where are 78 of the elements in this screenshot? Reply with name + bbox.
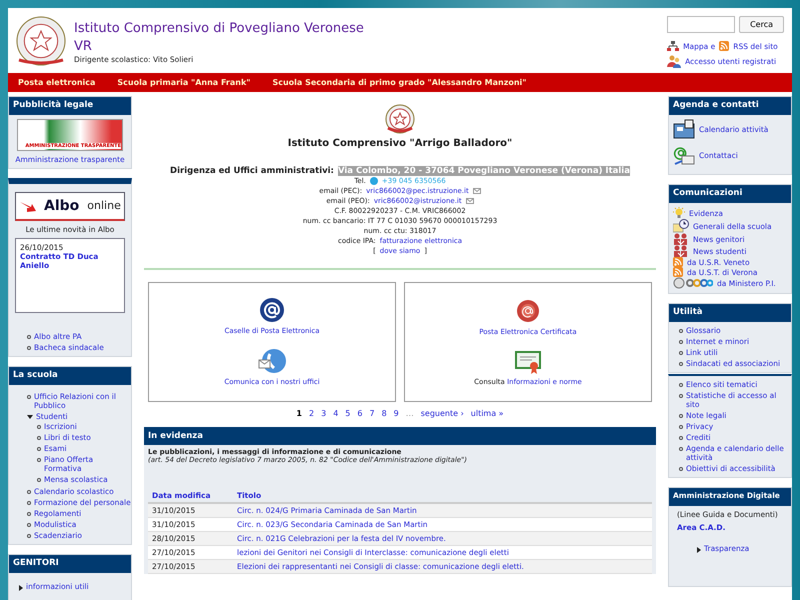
bullet-icon [27, 490, 31, 494]
bullet-icon [679, 383, 683, 387]
bullet-icon [37, 478, 41, 482]
bullet-icon [27, 523, 31, 527]
section-header: Utilità [669, 304, 791, 322]
certificate-icon [515, 350, 541, 374]
page-link[interactable]: seguente › [420, 409, 464, 419]
bullet-icon [27, 335, 31, 339]
people-icon [673, 245, 689, 257]
bullet-icon [679, 425, 683, 429]
collapse-icon[interactable] [27, 415, 33, 419]
bullet-icon [679, 394, 683, 398]
light-bulb-icon [673, 207, 685, 219]
expand-icon[interactable] [19, 585, 23, 591]
users-icon [667, 55, 682, 68]
albo-online-banner[interactable]: Albo online [15, 192, 125, 221]
bullet-icon [27, 346, 31, 350]
search-field[interactable] [667, 16, 736, 33]
section-header: Comunicazioni [669, 185, 791, 203]
bullet-icon [679, 436, 683, 440]
bullet-icon [27, 512, 31, 516]
section-header: Agenda e contatti [669, 97, 791, 115]
at-sign-icon [259, 297, 285, 324]
emblem-logo [16, 16, 66, 66]
bullet-icon [27, 534, 31, 538]
page-link[interactable]: 3 [321, 409, 326, 419]
nav-link[interactable]: Scuola Secondaria di primo grado "Alessandro Manzoni" [272, 73, 526, 92]
page-link[interactable]: 9 [394, 409, 399, 419]
bullet-icon [37, 447, 41, 451]
page-link[interactable]: 2 [309, 409, 314, 419]
site-title: Istituto Comprensivo di Povegliano Veronese VR [74, 20, 365, 56]
search-button[interactable]: Cerca [739, 16, 784, 33]
page-link[interactable]: 5 [345, 409, 350, 419]
sitemap-icon [667, 41, 680, 51]
bullet-icon [27, 395, 31, 399]
bullet-icon [37, 458, 41, 462]
envelope-icon [472, 188, 481, 194]
at-envelope-icon [673, 145, 695, 165]
rss-icon [673, 257, 683, 267]
page-link[interactable]: 1 [296, 409, 302, 419]
nav-link[interactable]: Scuola primaria "Anna Frank" [117, 73, 250, 92]
page-link[interactable]: 4 [333, 409, 338, 419]
page-link[interactable]: 8 [382, 409, 387, 419]
page-link[interactable]: 7 [369, 409, 375, 419]
phone-envelope-icon [258, 348, 286, 374]
calendar-icon [673, 119, 695, 139]
address-text: Via Colombo, 20 - 37064 Povegliano Veronese (Verona) Italia [338, 166, 630, 176]
rss-icon [719, 41, 730, 51]
ellipsis-text: … [406, 409, 414, 419]
envelope-icon [466, 198, 474, 204]
bullet-icon [679, 447, 683, 451]
page-link[interactable]: 6 [357, 409, 362, 419]
skype-icon [370, 177, 378, 186]
nav-link[interactable]: Posta elettronica [18, 73, 96, 92]
emblem-and-circles-icon [673, 277, 713, 289]
address-label: Dirigenza ed Uffici amministrativi: [170, 166, 334, 176]
arrow-icon [20, 200, 36, 212]
bullet-icon [679, 351, 683, 355]
section-header: GENITORI [9, 555, 131, 573]
bullet-icon [27, 501, 31, 505]
expand-icon[interactable] [697, 547, 701, 553]
section-header: In evidenza [144, 426, 656, 445]
rss-icon [673, 267, 683, 277]
bullet-icon [679, 340, 683, 344]
bullet-icon [37, 436, 41, 440]
bullet-icon [37, 425, 41, 429]
wax-seal-icon [515, 298, 541, 324]
emblem-icon [385, 104, 415, 134]
people-icon [673, 233, 689, 245]
bullet-icon [679, 414, 683, 418]
school-name: Istituto Comprensivo "Arrigo Balladoro" [286, 138, 514, 150]
bullet-icon [679, 467, 683, 471]
page-link[interactable]: ultima » [470, 409, 504, 419]
bullet-icon [679, 329, 683, 333]
section-header: Pubblicità legale [9, 97, 131, 115]
section-header: La scuola [9, 367, 131, 385]
bullet-icon [679, 362, 683, 366]
clock-document-icon [673, 219, 689, 233]
